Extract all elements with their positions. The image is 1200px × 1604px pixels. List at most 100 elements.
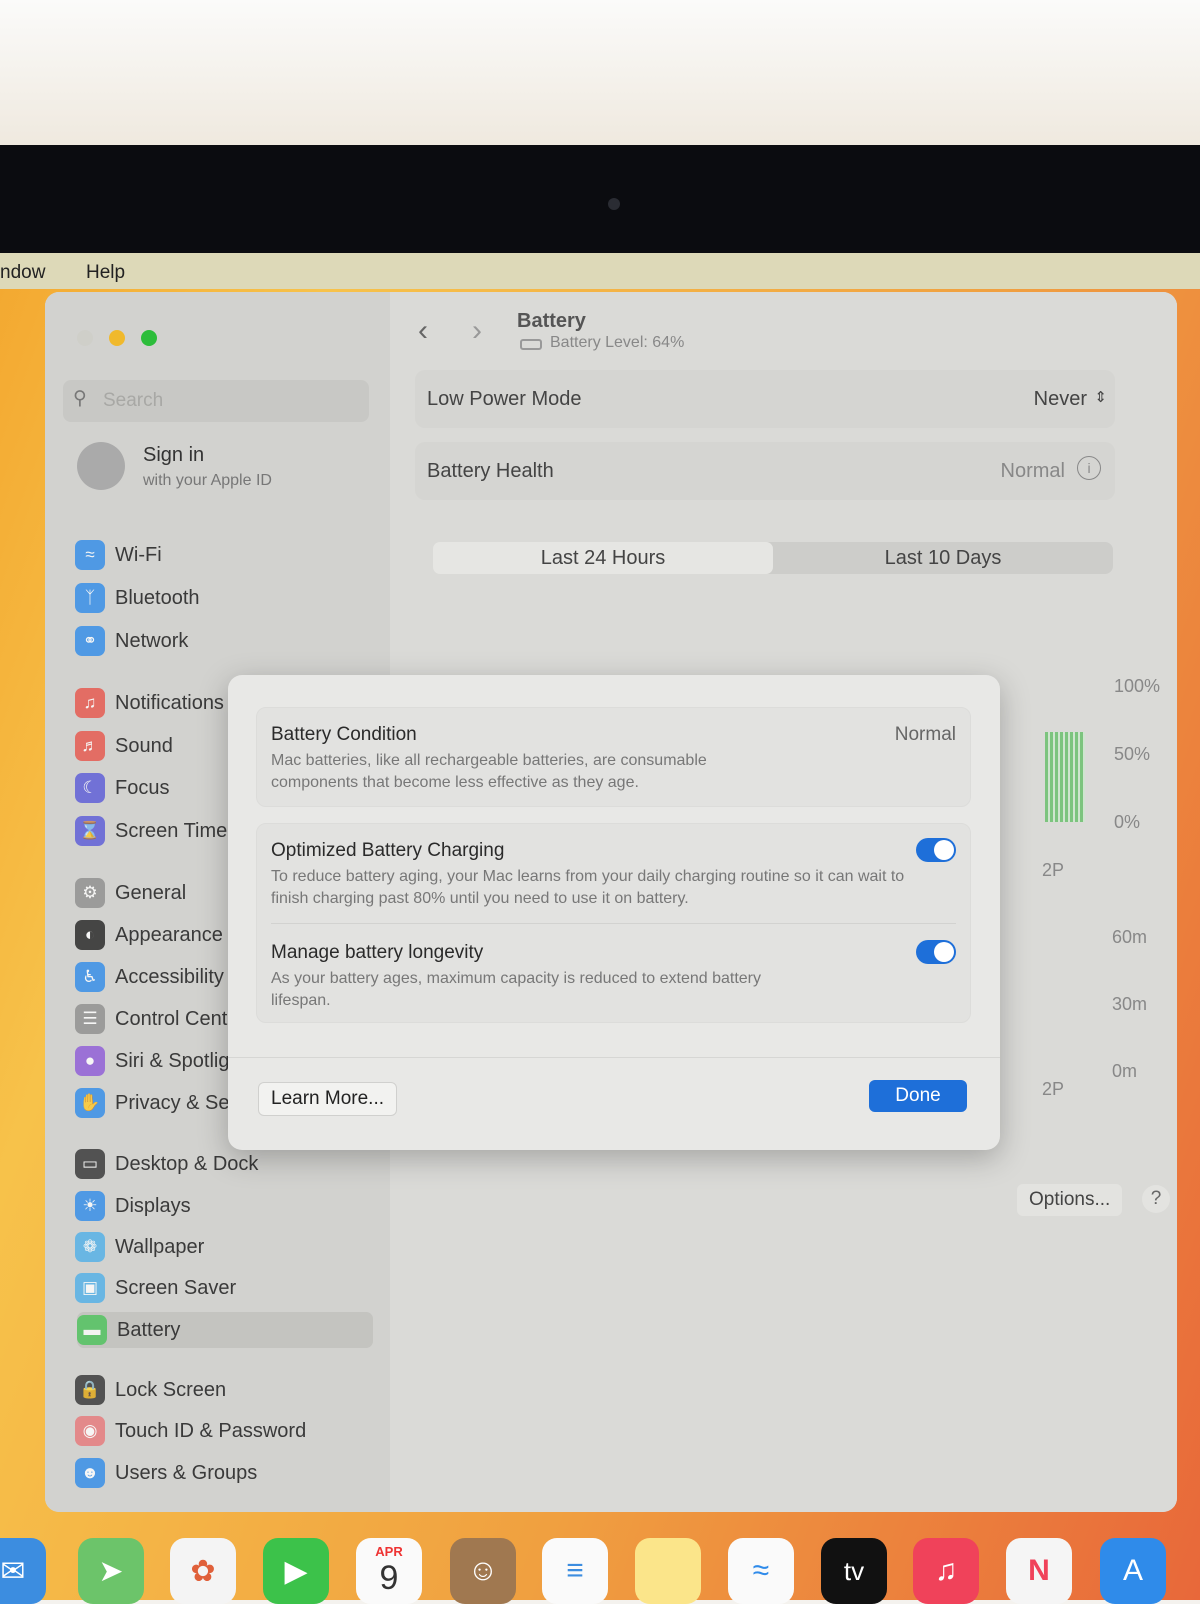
sidebar-item-lock-screen[interactable]: 🔒 Lock Screen bbox=[75, 1372, 226, 1408]
menu-bar: ndow Help bbox=[0, 253, 1200, 289]
tv-icon[interactable]: tv bbox=[821, 1538, 887, 1604]
sidebar-item-label: Screen Time bbox=[115, 819, 228, 842]
sidebar-item-sound[interactable]: ♬ Sound bbox=[75, 728, 173, 764]
calendar-icon[interactable]: APR 9 bbox=[356, 1538, 422, 1604]
help-button[interactable]: ? bbox=[1142, 1185, 1170, 1213]
sidebar-item-label: Lock Screen bbox=[115, 1378, 227, 1401]
sign-in-subtitle: with your Apple ID bbox=[143, 472, 272, 489]
dock: ✉ ➤ ✿ ▶ APR 9 ☺ ≡ ≈ tv ♫ N A bbox=[0, 1530, 1200, 1604]
sidebar-item-label: Touch ID & Password bbox=[115, 1419, 307, 1442]
divider bbox=[228, 1057, 1000, 1058]
time-axis-label: 2P bbox=[1042, 860, 1065, 880]
condition-value: Normal bbox=[894, 724, 956, 745]
usage-axis-60m: 60m bbox=[1112, 927, 1148, 947]
battery-level-bars bbox=[1045, 732, 1085, 822]
usage-axis-0m: 0m bbox=[1112, 1061, 1138, 1081]
facetime-icon[interactable]: ▶ bbox=[263, 1538, 329, 1604]
tv-label: tv bbox=[843, 1555, 865, 1586]
sidebar-item-notifications[interactable]: ♫ Notifications bbox=[75, 685, 224, 721]
longevity-title: Manage battery longevity bbox=[271, 942, 484, 963]
optimized-title: Optimized Battery Charging bbox=[271, 840, 505, 861]
level-axis-0: 0% bbox=[1114, 812, 1141, 832]
zoom-button[interactable] bbox=[141, 330, 157, 346]
sidebar-item-accessibility[interactable]: ♿ Accessibility bbox=[75, 959, 224, 995]
back-icon[interactable]: ‹ bbox=[418, 314, 428, 348]
fingerprint-icon: ◉ bbox=[75, 1416, 105, 1446]
sidebar-item-label: Desktop & Dock bbox=[115, 1152, 259, 1175]
users-icon: ☻ bbox=[75, 1458, 105, 1488]
sidebar-item-appearance[interactable]: ◐ Appearance bbox=[75, 917, 223, 953]
background-wall bbox=[0, 0, 1200, 145]
news-icon[interactable]: N bbox=[1006, 1538, 1072, 1604]
avatar[interactable] bbox=[77, 442, 125, 490]
sidebar-item-displays[interactable]: ☀ Displays bbox=[75, 1188, 191, 1224]
sidebar-item-label: Wi-Fi bbox=[115, 543, 162, 566]
done-button[interactable]: Done bbox=[869, 1080, 967, 1112]
forward-icon[interactable]: › bbox=[472, 314, 482, 348]
sidebar-item-touch-id-password[interactable]: ◉ Touch ID & Password bbox=[75, 1413, 306, 1449]
freeform-icon[interactable]: ≈ bbox=[728, 1538, 794, 1604]
menu-window[interactable]: ndow bbox=[0, 262, 45, 284]
sidebar-item-label: Sound bbox=[115, 734, 173, 757]
optimized-charging-toggle[interactable] bbox=[916, 838, 956, 862]
info-icon[interactable]: i bbox=[1077, 456, 1101, 480]
music-icon[interactable]: ♫ bbox=[913, 1538, 979, 1604]
low-power-select[interactable]: Never bbox=[1034, 388, 1087, 411]
search-input[interactable]: ⚲ Search bbox=[63, 380, 369, 422]
sign-in-title[interactable]: Sign in bbox=[143, 444, 204, 467]
sidebar-item-label: Accessibility bbox=[115, 965, 224, 988]
siri-icon: ● bbox=[75, 1046, 105, 1076]
sidebar-item-wi-fi[interactable]: ≈ Wi-Fi bbox=[75, 537, 162, 573]
time-axis-label-2: 2P bbox=[1042, 1079, 1065, 1099]
sidebar-item-users-groups[interactable]: ☻ Users & Groups bbox=[75, 1455, 257, 1491]
sidebar-item-bluetooth[interactable]: ᛉ Bluetooth bbox=[75, 580, 200, 616]
contacts-icon[interactable]: ☺ bbox=[450, 1538, 516, 1604]
dock-icon: ▭ bbox=[75, 1149, 105, 1179]
minimize-button[interactable] bbox=[109, 330, 125, 346]
sidebar-item-network[interactable]: ⚭ Network bbox=[75, 623, 188, 659]
bluetooth-icon: ᛉ bbox=[75, 583, 105, 613]
battery-icon bbox=[520, 339, 542, 350]
app-store-icon[interactable]: A bbox=[1100, 1538, 1166, 1604]
sidebar-item-focus[interactable]: ☾ Focus bbox=[75, 770, 169, 806]
sidebar-item-wallpaper[interactable]: ❁ Wallpaper bbox=[75, 1229, 204, 1265]
bell-icon: ♫ bbox=[75, 688, 105, 718]
sidebar-item-label: Wallpaper bbox=[115, 1235, 205, 1258]
menu-help[interactable]: Help bbox=[86, 262, 125, 284]
speaker-icon: ♬ bbox=[75, 731, 105, 761]
sidebar-item-siri-spotlight[interactable]: ● Siri & Spotlight bbox=[75, 1043, 246, 1079]
close-button[interactable] bbox=[77, 330, 93, 346]
sidebar-item-screen-saver[interactable]: ▣ Screen Saver bbox=[75, 1270, 236, 1306]
sidebar-item-battery[interactable]: ▬ Battery bbox=[77, 1312, 373, 1348]
page-title: Battery bbox=[517, 310, 586, 332]
camera bbox=[608, 198, 620, 210]
longevity-description: As your battery ages, maximum capacity i… bbox=[271, 970, 762, 1009]
globe-icon: ⚭ bbox=[75, 626, 105, 656]
sidebar-item-label: Network bbox=[115, 629, 189, 652]
optimized-description: To reduce battery aging, your Mac learns… bbox=[271, 868, 905, 907]
sidebar-item-control-centre[interactable]: ☰ Control Centre bbox=[75, 1001, 245, 1037]
reminders-icon[interactable]: ≡ bbox=[542, 1538, 608, 1604]
sidebar-item-desktop-dock[interactable]: ▭ Desktop & Dock bbox=[75, 1146, 258, 1182]
battery-level: Battery Level: 64% bbox=[550, 334, 685, 351]
lock-icon: 🔒 bbox=[75, 1375, 105, 1405]
sidebar-item-general[interactable]: ⚙ General bbox=[75, 875, 186, 911]
accessibility-icon: ♿ bbox=[75, 962, 105, 992]
flower-icon: ❁ bbox=[75, 1232, 105, 1262]
maps-icon[interactable]: ➤ bbox=[78, 1538, 144, 1604]
longevity-toggle[interactable] bbox=[916, 940, 956, 964]
learn-more-button[interactable]: Learn More... bbox=[258, 1082, 397, 1116]
tab-last-24-hours[interactable]: Last 24 Hours bbox=[433, 542, 773, 574]
battery-health-label: Battery Health bbox=[427, 460, 554, 482]
battery-health-value: Normal bbox=[1000, 460, 1065, 482]
sidebar-item-label: Siri & Spotlight bbox=[115, 1049, 247, 1072]
notes-icon[interactable] bbox=[635, 1538, 701, 1604]
photos-icon[interactable]: ✿ bbox=[170, 1538, 236, 1604]
updown-chevron-icon[interactable]: ⇕ bbox=[1094, 388, 1107, 406]
mail-icon[interactable]: ✉ bbox=[0, 1538, 46, 1604]
tab-last-10-days[interactable]: Last 10 Days bbox=[773, 542, 1113, 574]
search-icon: ⚲ bbox=[73, 388, 87, 409]
options-button[interactable]: Options... bbox=[1017, 1184, 1123, 1216]
usage-axis-30m: 30m bbox=[1112, 994, 1148, 1014]
sidebar-item-screen-time[interactable]: ⌛ Screen Time bbox=[75, 813, 227, 849]
